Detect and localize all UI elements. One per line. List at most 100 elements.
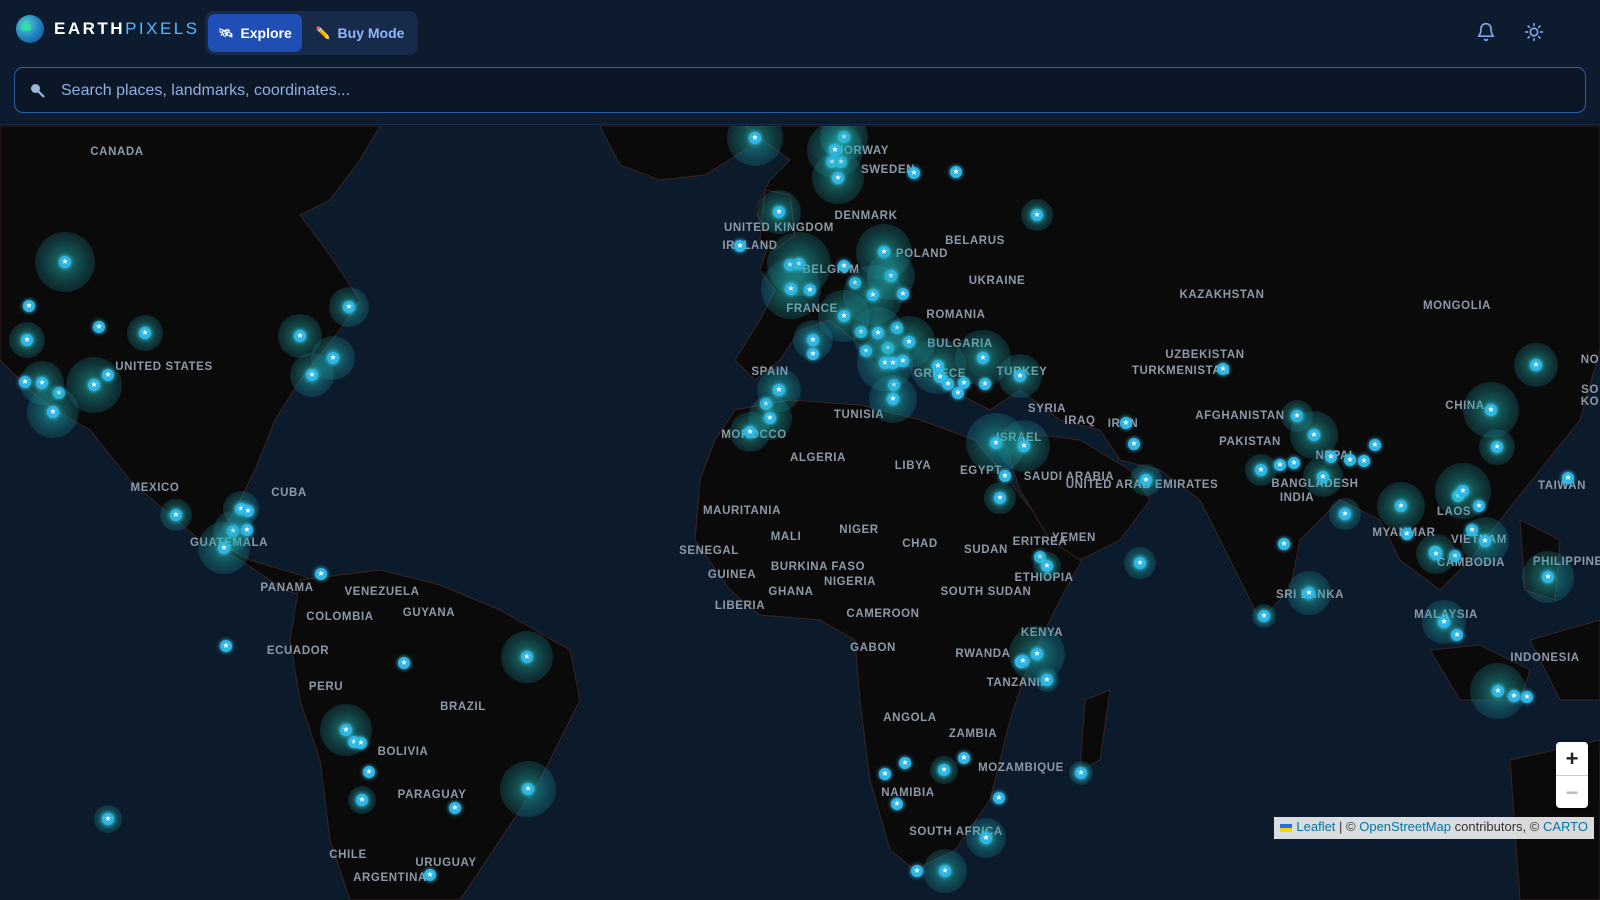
star-marker-icon: ★ xyxy=(1530,359,1542,371)
star-marker-icon: ★ xyxy=(93,321,105,333)
search-bar xyxy=(14,67,1586,114)
star-marker-icon: ★ xyxy=(218,542,230,554)
zoom-in-button[interactable]: + xyxy=(1556,742,1588,775)
star-marker-icon: ★ xyxy=(942,378,954,390)
star-marker-icon: ★ xyxy=(1325,451,1337,463)
star-marker-icon: ★ xyxy=(424,869,436,881)
star-marker-icon: ★ xyxy=(1491,441,1503,453)
star-marker-icon: ★ xyxy=(734,240,746,252)
star-marker-icon: ★ xyxy=(993,792,1005,804)
star-marker-icon: ★ xyxy=(950,166,962,178)
star-marker-icon: ★ xyxy=(449,802,461,814)
star-marker-icon: ★ xyxy=(1018,440,1030,452)
star-marker-icon: ★ xyxy=(340,724,352,736)
star-marker-icon: ★ xyxy=(355,737,367,749)
star-marker-icon: ★ xyxy=(102,813,114,825)
star-marker-icon: ★ xyxy=(1274,459,1286,471)
star-marker-icon: ★ xyxy=(908,167,920,179)
star-marker-icon: ★ xyxy=(980,832,992,844)
zoom-out-button[interactable]: − xyxy=(1556,775,1588,809)
star-marker-icon: ★ xyxy=(1140,474,1152,486)
star-marker-icon: ★ xyxy=(1430,548,1442,560)
star-marker-icon: ★ xyxy=(1041,560,1053,572)
leaflet-link[interactable]: Leaflet xyxy=(1296,819,1335,834)
star-marker-icon: ★ xyxy=(19,376,31,388)
pencil-icon: ✏️ xyxy=(315,26,331,40)
star-marker-icon: ★ xyxy=(1031,209,1043,221)
star-marker-icon: ★ xyxy=(1288,457,1300,469)
star-marker-icon: ★ xyxy=(838,310,850,322)
bell-icon[interactable] xyxy=(1476,22,1496,42)
explore-button[interactable]: 🛰 Explore xyxy=(208,14,302,52)
star-marker-icon: ★ xyxy=(398,657,410,669)
star-marker-icon: ★ xyxy=(170,509,182,521)
star-marker-icon: ★ xyxy=(315,568,327,580)
star-marker-icon: ★ xyxy=(1395,500,1407,512)
star-marker-icon: ★ xyxy=(994,492,1006,504)
star-marker-icon: ★ xyxy=(88,379,100,391)
star-marker-icon: ★ xyxy=(785,283,797,295)
star-marker-icon: ★ xyxy=(1255,464,1267,476)
star-marker-icon: ★ xyxy=(807,334,819,346)
app-logo[interactable]: EARTHPIXELS xyxy=(16,15,200,43)
star-marker-icon: ★ xyxy=(1457,485,1469,497)
star-marker-icon: ★ xyxy=(832,172,844,184)
star-marker-icon: ★ xyxy=(1041,674,1053,686)
star-marker-icon: ★ xyxy=(522,783,534,795)
carto-link[interactable]: CARTO xyxy=(1543,819,1588,834)
star-marker-icon: ★ xyxy=(1339,508,1351,520)
star-marker-icon: ★ xyxy=(838,260,850,272)
star-marker-icon: ★ xyxy=(1017,655,1029,667)
star-marker-icon: ★ xyxy=(1031,648,1043,660)
star-marker-icon: ★ xyxy=(897,288,909,300)
star-marker-icon: ★ xyxy=(977,352,989,364)
star-marker-icon: ★ xyxy=(899,757,911,769)
attribution-contrib: contributors, © xyxy=(1451,819,1543,834)
explore-label: Explore xyxy=(240,25,292,41)
star-marker-icon: ★ xyxy=(744,426,756,438)
star-marker-icon: ★ xyxy=(938,764,950,776)
star-marker-icon: ★ xyxy=(23,300,35,312)
world-map[interactable]: CANADANORWAYSWEDENDENMARKUNITED KINGDOMI… xyxy=(0,126,1600,900)
buy-mode-button[interactable]: ✏️ Buy Mode xyxy=(305,14,415,52)
star-marker-icon: ★ xyxy=(363,766,375,778)
star-marker-icon: ★ xyxy=(356,794,368,806)
star-marker-icon: ★ xyxy=(59,256,71,268)
star-marker-icon: ★ xyxy=(807,348,819,360)
star-marker-icon: ★ xyxy=(47,406,59,418)
star-marker-icon: ★ xyxy=(294,330,306,342)
sun-icon[interactable] xyxy=(1524,22,1544,42)
star-marker-icon: ★ xyxy=(911,865,923,877)
location-markers: ★ ★ ★ ★ ★ ★ ★ ★ ★ ★ ★ ★ ★ ★ ★ ★ ★ ★ ★ ★ ★ ★ ★ ★ ★ ★ ★ ★ ★ ★ ★ ★ ★ ★ ★ ★ ★ ★ ★ ★… xyxy=(0,126,1600,900)
star-marker-icon: ★ xyxy=(1134,557,1146,569)
star-marker-icon: ★ xyxy=(1492,685,1504,697)
search-icon xyxy=(31,84,45,98)
star-marker-icon: ★ xyxy=(1451,629,1463,641)
search-input[interactable] xyxy=(59,68,1563,114)
star-marker-icon: ★ xyxy=(1485,404,1497,416)
star-marker-icon: ★ xyxy=(749,132,761,144)
top-bar: EARTHPIXELS 🛰 Explore ✏️ Buy Mode xyxy=(0,0,1600,125)
ukraine-flag-icon xyxy=(1280,823,1293,832)
app-name-part1: EARTH xyxy=(54,19,126,38)
star-marker-icon: ★ xyxy=(1466,524,1478,536)
star-marker-icon: ★ xyxy=(958,752,970,764)
star-marker-icon: ★ xyxy=(979,378,991,390)
buy-mode-label: Buy Mode xyxy=(337,25,405,41)
star-marker-icon: ★ xyxy=(1521,691,1533,703)
attribution-sep: | © xyxy=(1335,819,1360,834)
star-marker-icon: ★ xyxy=(1562,472,1574,484)
osm-link[interactable]: OpenStreetMap xyxy=(1359,819,1451,834)
star-marker-icon: ★ xyxy=(1303,587,1315,599)
star-marker-icon: ★ xyxy=(1479,535,1491,547)
star-marker-icon: ★ xyxy=(773,206,785,218)
star-marker-icon: ★ xyxy=(804,284,816,296)
mode-toggle: 🛰 Explore ✏️ Buy Mode xyxy=(205,11,418,55)
star-marker-icon: ★ xyxy=(887,393,899,405)
star-marker-icon: ★ xyxy=(21,334,33,346)
zoom-control: + − xyxy=(1556,742,1588,808)
star-marker-icon: ★ xyxy=(1075,767,1087,779)
star-marker-icon: ★ xyxy=(1438,616,1450,628)
app-name-part2: PIXELS xyxy=(125,19,200,38)
map-attribution: Leaflet | © OpenStreetMap contributors, … xyxy=(1274,817,1594,839)
